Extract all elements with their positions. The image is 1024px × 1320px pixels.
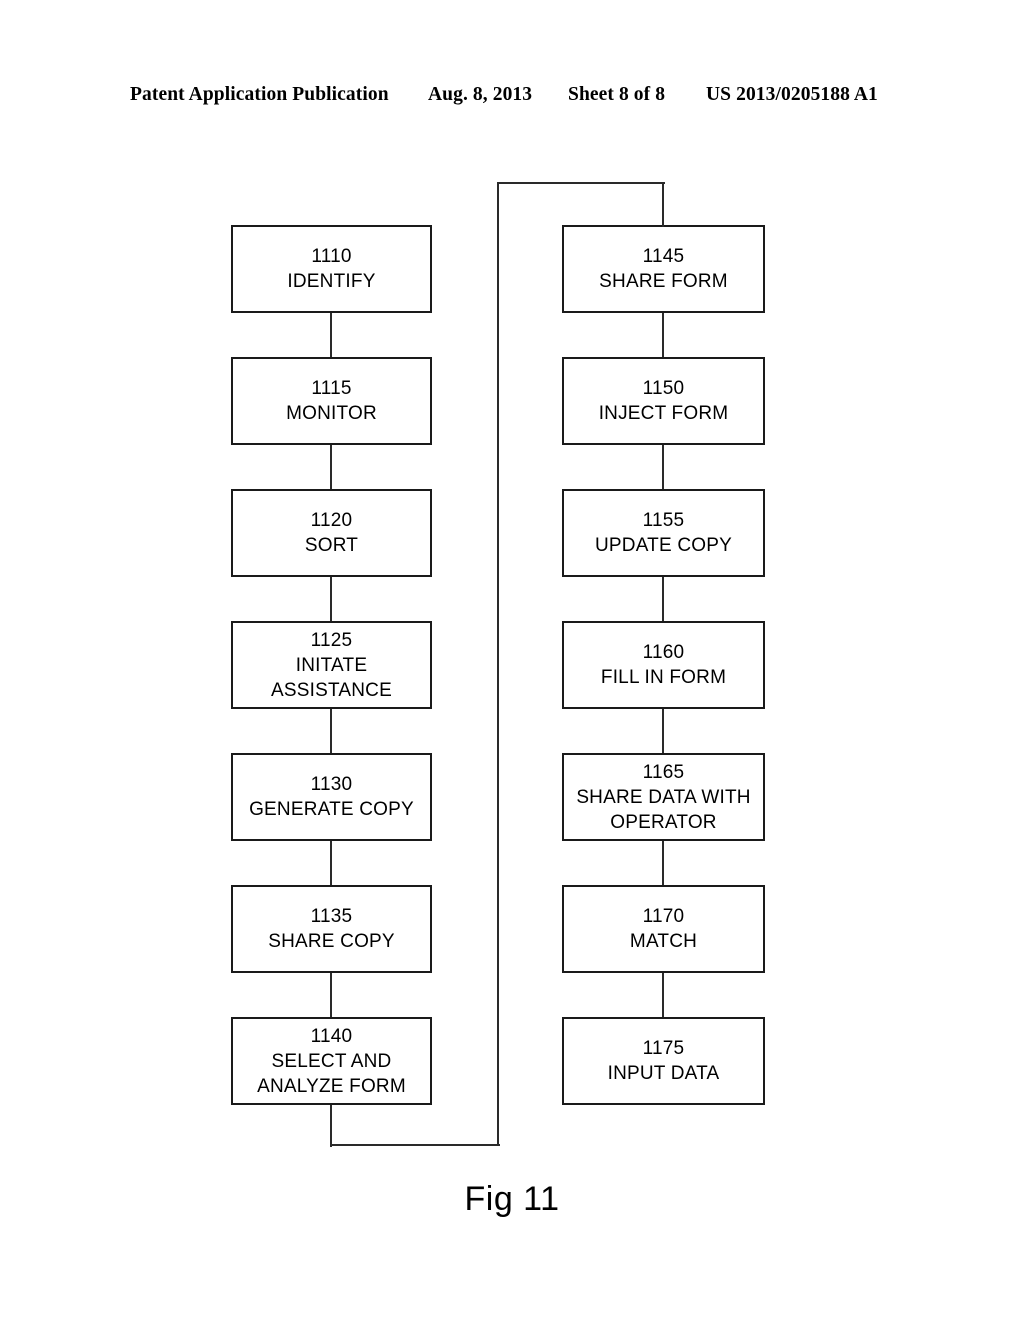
flow-node-1160-label: FILL IN FORM [600,667,727,688]
flow-node-1130: 1130 GENERATE COPY [231,753,432,841]
flow-node-1120: 1120 SORT [231,489,432,577]
connector-1135-to-1140 [330,973,333,1017]
flow-node-1145-label: SHARE FORM [599,271,728,292]
flow-node-1110: 1110 IDENTIFY [231,225,432,313]
flow-node-1175-label: INPUT DATA [607,1063,720,1084]
flow-node-1115-label: MONITOR [286,403,377,424]
flow-node-1160-ref: 1160 [642,642,685,663]
flowchart-diagram: 1110 IDENTIFY 1115 MONITOR 1120 SORT 112… [0,0,1024,1320]
flow-node-1155-ref: 1155 [642,510,685,531]
flow-node-1155-label: UPDATE COPY [595,535,732,556]
connector-1150-to-1155 [662,445,665,489]
flow-node-1135-label: SHARE COPY [268,931,395,952]
flow-node-1135: 1135 SHARE COPY [231,885,432,973]
flow-node-1160: 1160 FILL IN FORM [562,621,765,709]
flow-node-1125-ref: 1125 [310,629,353,651]
flow-node-1175-ref: 1175 [642,1038,685,1059]
flow-node-1155: 1155 UPDATE COPY [562,489,765,577]
flow-node-1150: 1150 INJECT FORM [562,357,765,445]
flow-node-1110-ref: 1110 [311,246,352,267]
flow-node-1115: 1115 MONITOR [231,357,432,445]
connector-1140-wrap-top [497,182,665,185]
flow-node-1165-ref: 1165 [642,761,685,783]
connector-1140-wrap-riser [497,182,500,1146]
connector-1120-to-1125 [330,577,333,621]
connector-1115-to-1120 [330,445,333,489]
flow-node-1135-ref: 1135 [310,906,353,927]
flow-node-1130-label: GENERATE COPY [249,799,414,820]
flow-node-1140: 1140 SELECT AND ANALYZE FORM [231,1017,432,1105]
connector-1155-to-1160 [662,577,665,621]
connector-1130-to-1135 [330,841,333,885]
connector-1110-to-1115 [330,313,333,357]
flow-node-1115-ref: 1115 [311,378,352,399]
flow-node-1170-ref: 1170 [642,906,685,927]
flow-node-1175: 1175 INPUT DATA [562,1017,765,1105]
flow-node-1140-label: SELECT AND ANALYZE FORM [257,1050,406,1097]
flow-node-1140-ref: 1140 [310,1025,353,1047]
connector-1170-to-1175 [662,973,665,1017]
flow-node-1150-label: INJECT FORM [598,403,729,424]
flow-node-1130-ref: 1130 [310,774,353,795]
flow-node-1170-label: MATCH [629,931,698,952]
figure-caption: Fig 11 [464,1180,560,1218]
flow-node-1145-ref: 1145 [642,246,685,267]
flow-node-1170: 1170 MATCH [562,885,765,973]
connector-1140-wrap-into-1145 [662,182,665,227]
connector-1160-to-1165 [662,709,665,753]
connector-1125-to-1130 [330,709,333,753]
flow-node-1150-ref: 1150 [642,378,685,399]
flow-node-1110-label: IDENTIFY [287,271,376,292]
connector-1145-to-1150 [662,313,665,357]
flow-node-1120-label: SORT [304,535,359,556]
connector-1165-to-1170 [662,841,665,885]
flow-node-1145: 1145 SHARE FORM [562,225,765,313]
flow-node-1125: 1125 INITATE ASSISTANCE [231,621,432,709]
connector-1140-wrap-bottom [330,1144,500,1147]
flow-node-1165-label: SHARE DATA WITH OPERATOR [576,786,751,833]
flow-node-1120-ref: 1120 [310,510,353,531]
flow-node-1165: 1165 SHARE DATA WITH OPERATOR [562,753,765,841]
connector-1140-wrap-down [330,1105,333,1147]
flow-node-1125-label: INITATE ASSISTANCE [271,654,392,701]
